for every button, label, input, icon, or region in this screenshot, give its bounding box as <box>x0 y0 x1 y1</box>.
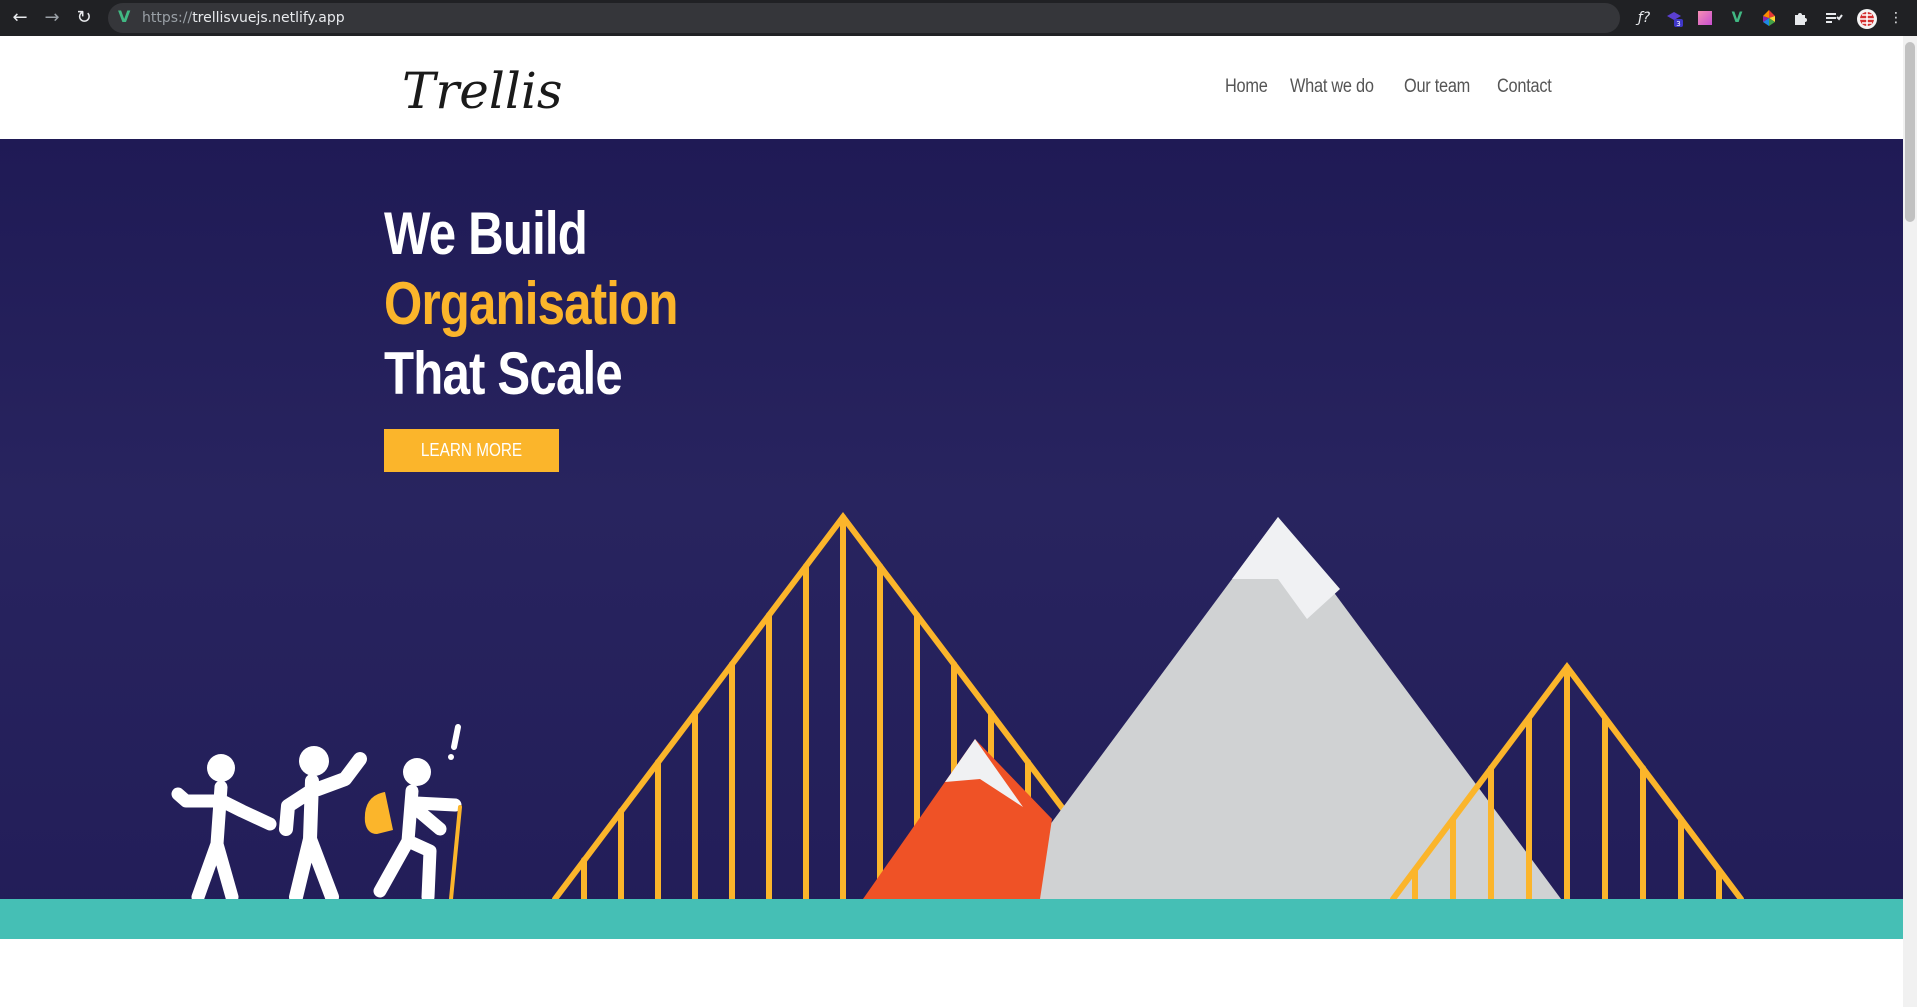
reload-icon[interactable]: ↻ <box>72 6 96 30</box>
nav-our-team[interactable]: Our team <box>1404 76 1470 98</box>
svg-text:3: 3 <box>1676 20 1680 28</box>
vue-favicon-icon: V <box>118 7 131 26</box>
site-header: Trellis Home What we do Our team Contact <box>0 36 1903 139</box>
grey-mountain <box>995 517 1561 899</box>
hero-headline: We Build Organisation That Scale <box>384 199 742 409</box>
profile-avatar-icon[interactable] <box>1856 8 1877 29</box>
hero-illustration <box>171 512 1744 904</box>
main-navigation: Home What we do Our team Contact <box>1225 76 1560 98</box>
scrollbar-thumb[interactable] <box>1905 42 1915 222</box>
hero-line-1: We Build <box>384 200 588 267</box>
vue-devtools-icon[interactable]: V <box>1727 8 1747 28</box>
extension-badge-icon[interactable]: 3 <box>1664 8 1684 28</box>
hero-section: We Build Organisation That Scale LEARN M… <box>0 139 1903 939</box>
nav-what-we-do[interactable]: What we do <box>1290 76 1374 98</box>
reading-list-icon[interactable] <box>1823 8 1843 28</box>
hero-line-2: Organisation <box>384 270 678 337</box>
trellis-logo[interactable]: Trellis <box>398 60 588 124</box>
back-icon[interactable]: ← <box>8 6 32 30</box>
hero-line-3: That Scale <box>384 340 623 407</box>
forward-icon[interactable]: → <box>40 6 64 30</box>
below-fold-area <box>0 939 1903 1007</box>
ground-strip <box>0 899 1903 939</box>
fx-extension-icon[interactable]: ƒ? <box>1634 8 1654 28</box>
url-text[interactable]: https://trellisvuejs.netlify.app <box>142 9 345 27</box>
gradient-extension-icon[interactable] <box>1695 8 1715 28</box>
browser-toolbar: ← → ↻ V https://trellisvuejs.netlify.app… <box>0 0 1917 36</box>
page-scrollbar[interactable] <box>1903 36 1917 1007</box>
nav-home[interactable]: Home <box>1225 76 1268 98</box>
red-peak <box>863 739 1052 899</box>
nav-contact[interactable]: Contact <box>1497 76 1552 98</box>
puzzle-extensions-icon[interactable] <box>1791 8 1811 28</box>
address-bar[interactable]: V https://trellisvuejs.netlify.app <box>108 3 1620 33</box>
hikers-figures <box>171 724 462 904</box>
menu-dots-icon[interactable]: ⋮ <box>1886 8 1906 28</box>
learn-more-button[interactable]: LEARN MORE <box>384 429 559 472</box>
svg-text:Trellis: Trellis <box>402 62 562 120</box>
color-picker-icon[interactable] <box>1759 8 1779 28</box>
learn-more-label: LEARN MORE <box>420 440 523 460</box>
